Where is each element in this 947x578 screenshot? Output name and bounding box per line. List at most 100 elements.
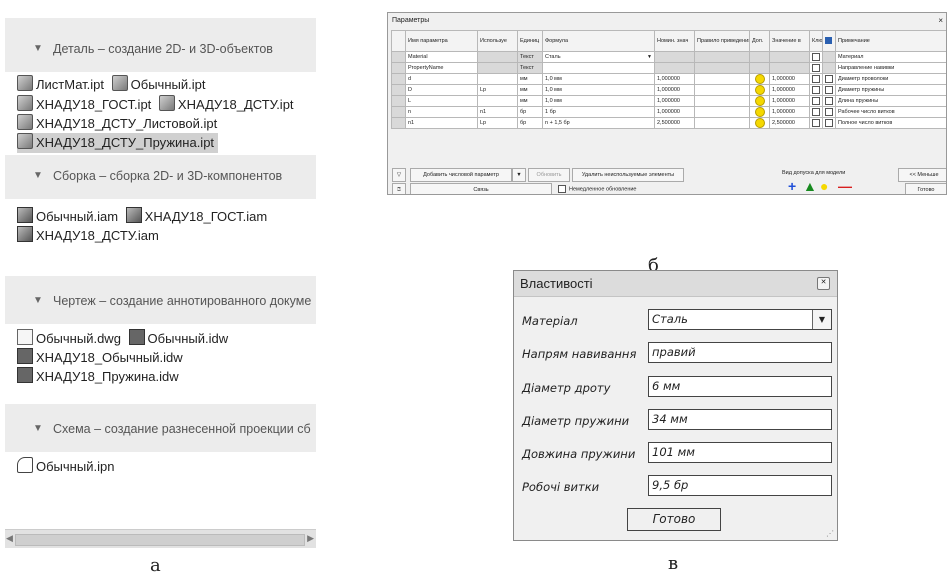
rule-cell[interactable]	[694, 73, 750, 85]
refresh-button[interactable]: Обновить	[528, 168, 570, 182]
file-item[interactable]: Обычный.ipt	[111, 75, 205, 95]
key-checkbox[interactable]	[812, 53, 820, 61]
export-checkbox[interactable]	[825, 75, 833, 83]
tolerance-upper-plus-icon[interactable]: +	[788, 179, 796, 193]
less-button[interactable]: << Меньше	[898, 168, 946, 182]
unit-cell[interactable]: бр	[517, 106, 543, 118]
dropdown-arrow-icon[interactable]: ▼	[647, 54, 652, 60]
key-cell[interactable]	[809, 84, 823, 96]
export-cell[interactable]	[822, 73, 836, 85]
file-item[interactable]: ХНАДУ18_ГОСТ.ipt	[17, 95, 151, 115]
key-cell[interactable]	[809, 73, 823, 85]
rule-cell[interactable]	[694, 117, 750, 129]
file-item[interactable]: ХНАДУ18_ГОСТ.iam	[125, 207, 267, 227]
export-checkbox[interactable]	[825, 108, 833, 116]
key-checkbox[interactable]	[812, 97, 820, 105]
column-header[interactable]: Примечание	[835, 30, 946, 52]
tolerance-cell[interactable]	[749, 106, 770, 118]
tolerance-lower-minus-icon[interactable]: —	[838, 179, 852, 193]
close-icon[interactable]: ×	[938, 16, 943, 25]
note-cell[interactable]: Рабочее число витков	[835, 106, 946, 118]
key-checkbox[interactable]	[812, 64, 820, 72]
param-name-cell[interactable]: Material	[405, 51, 478, 63]
table-row[interactable]: PropertyName Текст Направление навивки	[391, 62, 946, 74]
column-header[interactable]: Имя параметра	[405, 30, 478, 52]
export-cell[interactable]	[822, 84, 836, 96]
note-cell[interactable]: Материал	[835, 51, 946, 63]
table-row[interactable]: Material Текст Сталь ▼ Материал	[391, 51, 946, 63]
collapse-triangle-icon[interactable]: ▼	[33, 295, 43, 306]
key-checkbox[interactable]	[812, 86, 820, 94]
export-checkbox[interactable]	[825, 97, 833, 105]
column-header[interactable]: Используе	[477, 30, 518, 52]
material-select[interactable]: Сталь ▼	[648, 309, 832, 330]
unit-cell[interactable]: мм	[517, 84, 543, 96]
resize-grip-icon[interactable]: ⋰	[826, 529, 834, 538]
section-header-presentation[interactable]: ▼ Схема – создание разнесенной проекции …	[5, 408, 316, 452]
formula-cell[interactable]: 1 бр	[542, 106, 655, 118]
spring-length-field[interactable]: 101 мм	[648, 442, 832, 463]
key-cell[interactable]	[809, 95, 823, 107]
note-cell[interactable]: Длина пружины	[835, 95, 946, 107]
column-header[interactable]: Единиц	[517, 30, 543, 52]
table-row[interactable]: n1 Lp бр n + 1,5 бр 2,500000 2,500000 По…	[391, 117, 946, 129]
chevron-down-icon[interactable]: ▼	[812, 310, 831, 329]
rule-cell[interactable]	[694, 106, 750, 118]
file-item[interactable]: ХНАДУ18_Обычный.idw	[17, 348, 183, 368]
file-item[interactable]: Обычный.idw	[128, 329, 228, 349]
tolerance-middle-circle-icon[interactable]: ●	[820, 179, 828, 193]
unit-cell[interactable]: Текст	[517, 51, 543, 63]
collapse-triangle-icon[interactable]: ▼	[33, 423, 43, 434]
add-parameter-dropdown-icon[interactable]: ▼	[512, 168, 526, 182]
section-header-part[interactable]: ▼ Деталь – создание 2D- и 3D-объектов	[5, 28, 316, 72]
key-checkbox[interactable]	[812, 108, 820, 116]
note-cell[interactable]: Направление навивки	[835, 62, 946, 74]
delete-unused-button[interactable]: Удалить неиспользуемые элементы	[572, 168, 684, 182]
key-checkbox[interactable]	[812, 119, 820, 127]
file-item[interactable]: ХНАДУ18_Пружина.idw	[17, 367, 179, 387]
collapse-triangle-icon[interactable]: ▼	[33, 43, 43, 54]
section-header-assembly[interactable]: ▼ Сборка – сборка 2D- и 3D-компонентов	[5, 155, 316, 199]
tolerance-cell[interactable]	[749, 117, 770, 129]
unit-cell[interactable]: мм	[517, 95, 543, 107]
column-header[interactable]: Формула	[542, 30, 655, 52]
table-row[interactable]: d мм 1,0 мм 1,000000 1,000000 Диаметр пр…	[391, 73, 946, 85]
table-row[interactable]: n n1 бр 1 бр 1,000000 1,000000 Рабочее ч…	[391, 106, 946, 118]
key-cell[interactable]	[809, 117, 823, 129]
horizontal-scrollbar[interactable]: ◀ ▶	[5, 529, 316, 548]
note-cell[interactable]: Полное число витков	[835, 117, 946, 129]
param-name-cell[interactable]: D	[405, 84, 478, 96]
param-name-cell[interactable]: d	[405, 73, 478, 85]
column-header[interactable]: Доп.	[749, 30, 770, 52]
key-cell[interactable]	[809, 106, 823, 118]
tolerance-nominal-triangle-icon[interactable]: ▲	[803, 179, 817, 193]
export-cell[interactable]	[822, 106, 836, 118]
rule-cell[interactable]	[694, 95, 750, 107]
unit-cell[interactable]: мм	[517, 73, 543, 85]
immediate-update-option[interactable]: Немедленное обновление	[558, 185, 637, 193]
export-column-header[interactable]	[822, 30, 836, 52]
param-name-cell[interactable]: n1	[405, 117, 478, 129]
filter-icon[interactable]: ▽	[392, 168, 406, 182]
winding-direction-field[interactable]: правий	[648, 342, 832, 363]
export-checkbox[interactable]	[825, 119, 833, 127]
formula-cell[interactable]: 1,0 мм	[542, 84, 655, 96]
table-row[interactable]: D Lp мм 1,0 мм 1,000000 1,000000 Диаметр…	[391, 84, 946, 96]
done-button[interactable]: Готово	[627, 508, 721, 531]
key-cell[interactable]	[809, 51, 823, 63]
param-name-cell[interactable]: L	[405, 95, 478, 107]
file-item[interactable]: Обычный.dwg	[17, 329, 121, 349]
spring-diameter-field[interactable]: 34 мм	[648, 409, 832, 430]
unit-cell[interactable]: Текст	[517, 62, 543, 74]
formula-cell[interactable]: 1,0 мм	[542, 95, 655, 107]
formula-cell[interactable]	[542, 62, 655, 74]
section-header-drawing[interactable]: ▼ Чертеж – создание аннотированного доку…	[5, 280, 316, 324]
tolerance-cell[interactable]	[749, 84, 770, 96]
immediate-update-checkbox[interactable]	[558, 185, 566, 193]
help-icon[interactable]: ⍰	[392, 183, 406, 194]
export-cell[interactable]	[822, 117, 836, 129]
tolerance-circle-icon[interactable]	[754, 96, 765, 106]
file-item[interactable]: ЛистМат.ipt	[17, 75, 104, 95]
formula-cell[interactable]: n + 1,5 бр	[542, 117, 655, 129]
file-item[interactable]: ХНАДУ18_ДСТУ_Листовой.ipt	[17, 114, 217, 134]
